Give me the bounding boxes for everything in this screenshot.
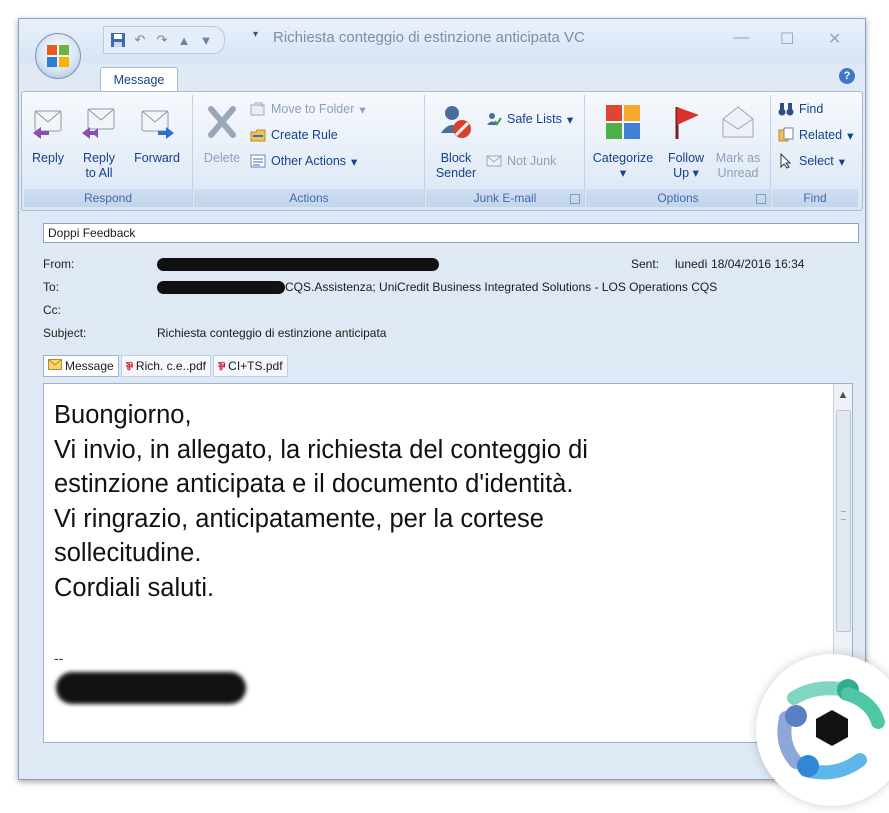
categorize-button[interactable]: Categorize ▾ <box>590 103 656 181</box>
reply-all-icon <box>82 108 115 139</box>
not-junk-button[interactable]: Not Junk <box>486 153 556 169</box>
signature-redacted <box>56 672 246 704</box>
move-folder-icon <box>250 102 265 116</box>
group-options: Categorize ▾ Follow Up ▾ Mark as Unread <box>586 95 771 207</box>
group-actions: Delete Move to Folder ▾ Create Rule Other… <box>194 95 425 207</box>
customize-toolbar-icon[interactable]: ▾ <box>253 29 258 40</box>
hexagon-logo-icon <box>777 679 885 780</box>
to-label: To: <box>43 280 60 294</box>
categorize-dropdown-icon: ▾ <box>619 166 627 180</box>
block-sender-button[interactable]: Block Sender <box>432 103 480 181</box>
minimize-icon[interactable]: — <box>733 29 749 47</box>
safe-lists-icon <box>487 113 502 126</box>
junk-dialog-launcher[interactable] <box>570 194 580 204</box>
reply-button[interactable]: Reply <box>28 103 68 166</box>
cursor-icon <box>780 153 792 169</box>
sent-label: Sent: <box>631 257 660 271</box>
sent-value: lunedì 18/04/2016 16:34 <box>675 257 805 271</box>
group-label-actions: Actions <box>194 189 424 207</box>
undo-icon[interactable]: ↶ <box>132 32 148 48</box>
redo-icon[interactable]: ↷ <box>154 32 170 48</box>
watermark-logo <box>756 654 889 806</box>
options-dialog-launcher[interactable] <box>756 194 766 204</box>
from-label: From: <box>43 257 75 271</box>
quick-access-toolbar: ↶ ↷ ▲ ▼ <box>103 26 225 54</box>
find-button[interactable]: Find <box>778 101 823 117</box>
attachment-bar: Message ⅌ Rich. c.e..pdf ⅌ CI+TS.pdf <box>43 355 290 377</box>
envelope-icon <box>48 359 62 373</box>
pdf-icon: ⅌ <box>125 360 133 373</box>
previous-item-icon[interactable]: ▲ <box>176 32 192 48</box>
follow-up-flag-icon <box>675 107 699 139</box>
scroll-up-icon[interactable]: ▲ <box>834 384 852 406</box>
related-icon <box>778 127 794 142</box>
follow-up-button[interactable]: Follow Up ▾ <box>662 103 710 181</box>
window-title: Richiesta conteggio di estinzione antici… <box>273 29 585 46</box>
help-icon[interactable]: ? <box>839 68 855 84</box>
related-button[interactable]: Related ▾ <box>778 127 853 143</box>
create-rule-icon <box>250 129 266 142</box>
group-respond: Reply Reply to All Forward Respond <box>24 95 193 207</box>
group-junk-email: Block Sender Safe Lists ▾ Not Junk Junk E… <box>426 95 585 207</box>
body-line: sollecitudine. <box>54 539 202 567</box>
next-item-icon[interactable]: ▼ <box>198 32 214 48</box>
group-label-junk: Junk E-mail <box>426 189 584 207</box>
from-redacted <box>157 258 439 271</box>
close-icon[interactable]: ✕ <box>828 29 841 49</box>
to-redacted <box>157 281 285 294</box>
pdf-icon: ⅌ <box>217 360 226 373</box>
maximize-icon[interactable]: ☐ <box>780 29 794 49</box>
mark-as-unread-button[interactable]: Mark as Unread <box>712 103 764 181</box>
subject-label: Subject: <box>43 326 87 340</box>
forward-icon <box>141 110 174 139</box>
move-to-folder-button[interactable]: Move to Folder ▾ <box>250 101 366 117</box>
save-icon[interactable] <box>110 32 126 48</box>
not-junk-icon <box>486 155 502 167</box>
create-rule-button[interactable]: Create Rule <box>250 127 338 143</box>
scroll-thumb[interactable] <box>836 410 851 632</box>
forward-button[interactable]: Forward <box>128 103 186 166</box>
group-label-find: Find <box>772 189 858 207</box>
message-body[interactable]: Buongiorno, Vi invio, in allegato, la ri… <box>43 383 853 743</box>
select-button[interactable]: Select ▾ <box>778 153 845 169</box>
group-label-options: Options <box>586 189 770 207</box>
office-logo-icon <box>47 45 69 67</box>
title-bar: ↶ ↷ ▲ ▼ ▾ Richiesta conteggio di estinzi… <box>19 19 865 63</box>
body-line: Buongiorno, <box>54 401 192 429</box>
to-value[interactable]: CQS.Assistenza; UniCredit Business Integ… <box>285 280 717 294</box>
body-line: Vi invio, in allegato, la richiesta del … <box>54 435 588 464</box>
attachment-pdf[interactable]: ⅌ Rich. c.e..pdf <box>120 355 211 377</box>
tab-message[interactable]: Message <box>100 67 178 92</box>
block-sender-icon <box>441 106 471 138</box>
body-line: Vi ringrazio, anticipatamente, per la co… <box>54 504 544 533</box>
other-actions-button[interactable]: Other Actions ▾ <box>250 153 357 169</box>
group-find: Find Related ▾ Select ▾ Find <box>772 95 858 207</box>
binoculars-icon <box>778 103 794 116</box>
outlook-message-window: ↶ ↷ ▲ ▼ ▾ Richiesta conteggio di estinzi… <box>18 18 866 780</box>
signature-separator: -- <box>54 650 64 666</box>
categorize-icon <box>606 105 640 139</box>
ribbon: Reply Reply to All Forward Respond Delet… <box>21 91 863 211</box>
delete-icon <box>208 106 236 138</box>
reply-all-button[interactable]: Reply to All <box>74 103 124 181</box>
cc-label: Cc: <box>43 303 61 317</box>
body-line: Cordiali saluti. <box>54 573 215 602</box>
body-line: estinzione anticipata e il documento d'i… <box>54 470 574 498</box>
group-label-respond: Respond <box>24 189 192 207</box>
info-bar[interactable]: Doppi Feedback <box>43 223 859 243</box>
message-text: Buongiorno, Vi invio, in allegato, la ri… <box>54 398 824 605</box>
subject-value: Richiesta conteggio di estinzione antici… <box>157 326 387 340</box>
office-button[interactable] <box>35 33 81 79</box>
mark-unread-icon <box>722 106 754 138</box>
attachment-message[interactable]: Message <box>43 355 119 377</box>
safe-lists-button[interactable]: Safe Lists ▾ <box>486 111 573 127</box>
delete-button[interactable]: Delete <box>200 103 244 166</box>
other-actions-icon <box>250 154 266 168</box>
attachment-pdf[interactable]: ⅌ CI+TS.pdf <box>212 355 288 377</box>
reply-icon <box>33 110 62 139</box>
